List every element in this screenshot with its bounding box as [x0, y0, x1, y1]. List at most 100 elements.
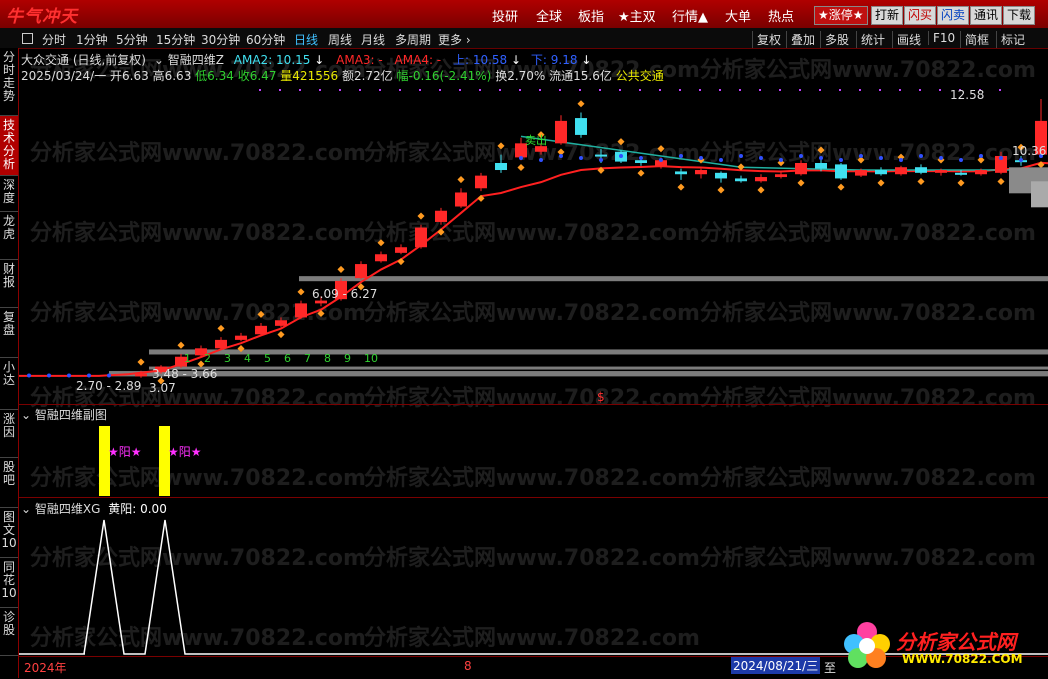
- resistance-dot: [639, 89, 641, 91]
- signal-diamond: [277, 331, 285, 339]
- support-zone-band: [149, 366, 1048, 370]
- panel-toggle-icon[interactable]: [22, 33, 33, 44]
- moving-average-line: [19, 161, 1048, 377]
- ipo-button[interactable]: 打新: [871, 6, 904, 25]
- candle-body: [595, 154, 607, 157]
- tab-15min[interactable]: 15分钟: [156, 31, 195, 48]
- sidebar-item-financial[interactable]: 财报: [0, 260, 18, 308]
- sidebar-item-graphic[interactable]: 图文10: [0, 508, 18, 558]
- quick-buy-button[interactable]: 闪买: [904, 6, 937, 25]
- quote-sector[interactable]: 公共交通: [616, 69, 664, 83]
- count-label: 3: [224, 352, 231, 365]
- quick-sell-button[interactable]: 闪卖: [937, 6, 970, 25]
- sidebar-item-review[interactable]: 复盘: [0, 308, 18, 358]
- nav-global[interactable]: 全球: [536, 6, 562, 25]
- signal-diamond: [797, 179, 805, 187]
- signal-diamond: [377, 239, 385, 247]
- trend-dot: [599, 157, 603, 162]
- signal-diamond: [717, 186, 725, 194]
- tool-draw[interactable]: 画线: [892, 31, 921, 48]
- limit-up-button[interactable]: ★涨停★: [814, 6, 868, 25]
- watermark: 分析家公式网www.70822.com: [700, 58, 1036, 83]
- tool-mark[interactable]: 标记: [996, 31, 1025, 48]
- download-button[interactable]: 下载: [1003, 6, 1036, 25]
- upper-value: 上: 10.58: [452, 53, 508, 67]
- sidebar-item-reason[interactable]: 涨因: [0, 410, 18, 458]
- tab-30min[interactable]: 30分钟: [201, 31, 240, 48]
- signal-bar: [99, 426, 110, 496]
- resistance-dot: [479, 89, 481, 91]
- signal-diamond: [677, 183, 685, 191]
- resistance-dot: [879, 89, 881, 91]
- zone-label: 3.07: [149, 381, 176, 395]
- trend-dot: [999, 155, 1003, 160]
- sidebar-item-technical[interactable]: 技术分析: [0, 116, 18, 176]
- tool-simple-frame[interactable]: 简框: [960, 31, 989, 48]
- candle-body: [255, 325, 267, 335]
- nav-market[interactable]: 行情▲: [672, 6, 708, 25]
- tool-overlay[interactable]: 叠加: [786, 31, 815, 48]
- nav-index[interactable]: 板指: [578, 6, 604, 25]
- tool-f10[interactable]: F10: [928, 31, 955, 45]
- candle-body: [775, 174, 787, 178]
- sidebar-item-diagnose[interactable]: 诊股: [0, 608, 18, 656]
- signal-diamond: [137, 358, 145, 366]
- tab-60min[interactable]: 60分钟: [246, 31, 285, 48]
- resistance-dot: [739, 89, 741, 91]
- sidebar-item-dragon-tiger[interactable]: 龙虎: [0, 212, 18, 260]
- quote-date: 2025/03/24/一: [21, 69, 107, 83]
- candle-body: [395, 247, 407, 253]
- candle-body: [695, 170, 707, 175]
- candlestick-chart[interactable]: [19, 82, 1048, 404]
- signal-bar: [159, 426, 170, 496]
- resistance-dot: [279, 89, 281, 91]
- nav-hotspot[interactable]: 热点: [768, 6, 794, 25]
- signal-diamond: [337, 265, 345, 273]
- tab-monthly[interactable]: 月线: [361, 31, 385, 48]
- candle-body: [795, 163, 807, 175]
- count-label: 6: [284, 352, 291, 365]
- trend-dot: [799, 153, 803, 158]
- tool-multi-stock[interactable]: 多股: [820, 31, 849, 48]
- nav-main-double[interactable]: ★主双: [618, 6, 656, 25]
- resistance-dot: [299, 89, 301, 91]
- zone-label: 3.48 - 3.66: [152, 367, 218, 381]
- candle-body: [875, 170, 887, 175]
- indicator-name[interactable]: 智融四维Z: [168, 53, 224, 67]
- tab-multi-period[interactable]: 多周期: [395, 31, 431, 48]
- sidebar-item-xiaoda[interactable]: 小达: [0, 358, 18, 410]
- candle-body: [715, 172, 727, 179]
- message-button[interactable]: 通讯: [970, 6, 1003, 25]
- tab-daily[interactable]: 日线: [294, 31, 318, 48]
- sidebar-item-depth[interactable]: 深度: [0, 176, 18, 212]
- quote-volume: 量421556: [280, 69, 339, 83]
- sun-signal-label: ★阳★: [168, 445, 202, 459]
- chevron-down-icon[interactable]: ⌄: [154, 53, 164, 67]
- sidebar-item-timeshare[interactable]: 分时走势: [0, 48, 18, 116]
- tab-more[interactable]: 更多 ›: [438, 31, 471, 48]
- tool-adjust[interactable]: 复权: [752, 31, 781, 48]
- trend-dot: [919, 153, 923, 158]
- count-label: 8: [324, 352, 331, 365]
- trend-dot: [579, 155, 583, 160]
- quote-float-cap: 流通15.6亿: [549, 69, 612, 83]
- trend-dot: [1019, 157, 1023, 162]
- resistance-dot: [379, 89, 381, 91]
- tab-timeshare[interactable]: 分时: [42, 31, 66, 48]
- tab-weekly[interactable]: 周线: [328, 31, 352, 48]
- signal-diamond: [397, 258, 405, 266]
- sidebar-item-ths[interactable]: 同花10: [0, 558, 18, 608]
- tab-5min[interactable]: 5分钟: [116, 31, 148, 48]
- candle-body: [835, 164, 847, 179]
- candle-body: [815, 163, 827, 169]
- tab-1min[interactable]: 1分钟: [76, 31, 108, 48]
- nav-research[interactable]: 投研: [492, 6, 518, 25]
- tool-stats[interactable]: 统计: [856, 31, 885, 48]
- arrow-down-icon: ↓: [581, 53, 592, 67]
- trend-dot: [27, 373, 31, 378]
- resistance-dot: [359, 89, 361, 91]
- sidebar-item-forum[interactable]: 股吧: [0, 458, 18, 508]
- nav-big-order[interactable]: 大单: [725, 6, 751, 25]
- axis-date-cursor: 2024/08/21/三: [731, 657, 821, 674]
- brand-name: 分析家公式网: [896, 630, 1016, 654]
